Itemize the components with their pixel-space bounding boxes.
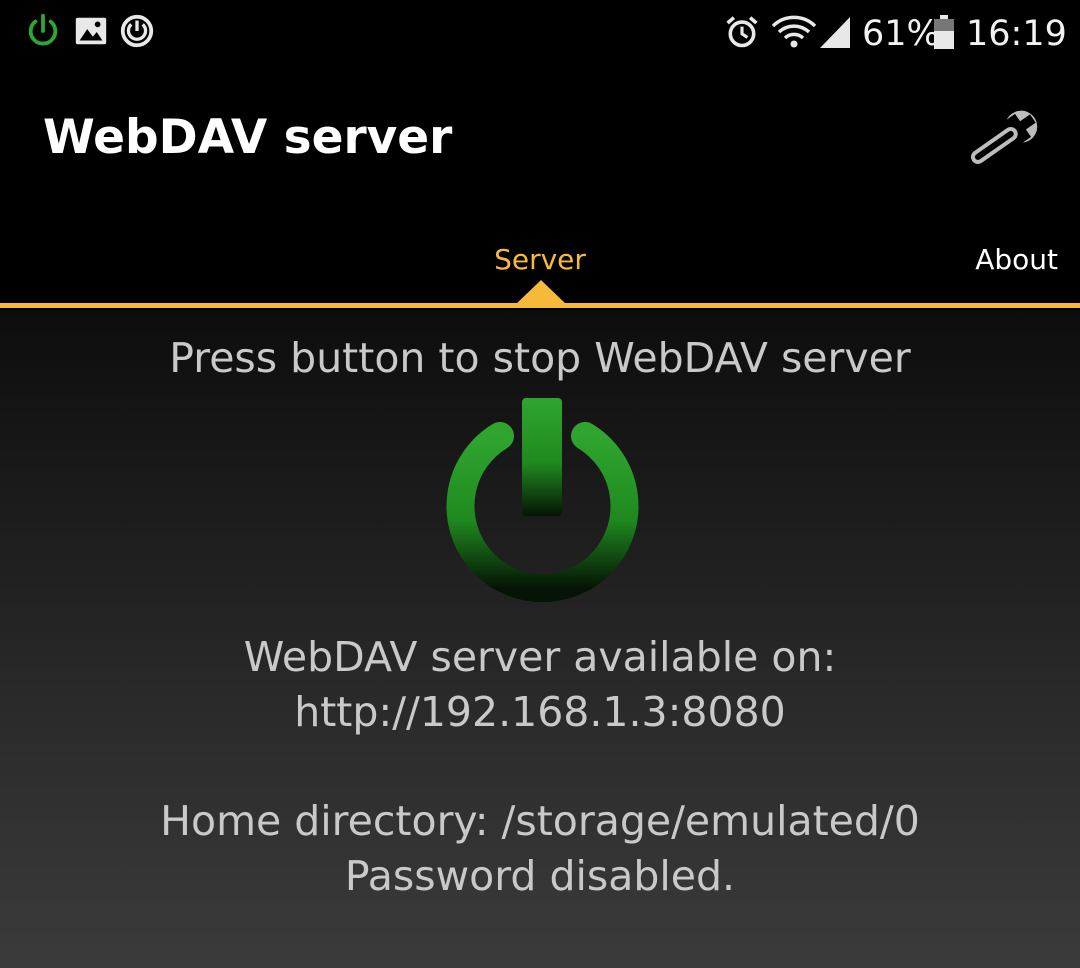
battery-icon [934,15,954,49]
alarm-icon [726,16,758,48]
server-config-info: Home directory: /storage/emulated/0 Pass… [0,794,1080,904]
available-label: WebDAV server available on: [243,633,837,681]
home-directory: Home directory: /storage/emulated/0 [160,797,920,845]
power-toggle-button[interactable] [440,396,645,614]
image-icon [75,17,107,45]
battery-percent: 61% [862,14,940,54]
server-address-info: WebDAV server available on: http://192.1… [0,630,1080,740]
settings-button[interactable] [955,98,1055,178]
sync-icon [120,14,154,48]
server-url: http://192.168.1.3:8080 [294,688,786,736]
status-bar: 61% 16:19 [0,0,1080,70]
app-bar: WebDAV server [0,70,1080,210]
tab-bar: Server About [0,210,1080,310]
clock: 16:19 [966,14,1067,54]
wrench-icon [970,110,1038,164]
tab-underline [0,303,1080,308]
app-title: WebDAV server [43,110,453,165]
instruction-text: Press button to stop WebDAV server [169,334,911,382]
tab-server[interactable]: Server [0,240,1080,280]
server-panel: Press button to stop WebDAV server WebDA… [0,310,1080,968]
wifi-icon [771,15,817,48]
cell-signal-icon [820,17,850,48]
tab-about[interactable]: About [975,240,1058,280]
power-icon [28,13,58,46]
password-status: Password disabled. [344,852,736,900]
tab-selected-indicator [515,280,567,305]
power-icon [446,398,639,603]
